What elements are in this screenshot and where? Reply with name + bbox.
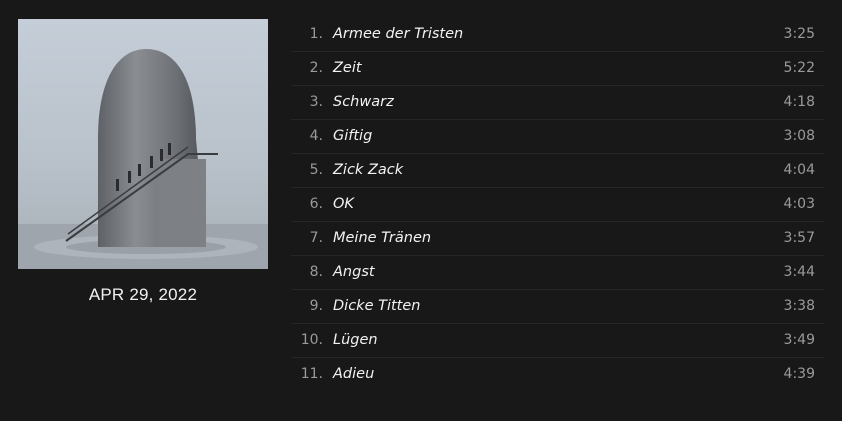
track-title[interactable]: Armee der Tristen — [333, 18, 463, 51]
track-title[interactable]: Zeit — [333, 52, 362, 85]
track-title[interactable]: Lügen — [333, 324, 378, 357]
release-date: APR 29, 2022 — [88, 285, 198, 304]
track-duration: 3:57 — [783, 230, 815, 246]
track-row[interactable]: 8. Angst 3:44 — [291, 256, 824, 290]
track-duration: 3:38 — [783, 298, 815, 314]
track-number: 8. — [309, 264, 323, 280]
track-number: 10. — [300, 332, 323, 348]
track-title[interactable]: Meine Tränen — [333, 222, 431, 255]
track-number: 4. — [309, 128, 323, 144]
track-title[interactable]: Giftig — [333, 120, 372, 153]
track-number: 9. — [309, 298, 323, 314]
track-title[interactable]: OK — [333, 188, 354, 221]
track-title[interactable]: Adieu — [333, 358, 374, 391]
track-list: 1. Armee der Tristen 3:25 2. Zeit 5:22 3… — [291, 18, 824, 391]
track-number: 11. — [300, 366, 323, 382]
track-row[interactable]: 4. Giftig 3:08 — [291, 120, 824, 154]
track-duration: 3:25 — [783, 26, 815, 42]
track-title[interactable]: Schwarz — [333, 86, 394, 119]
track-duration: 4:18 — [783, 94, 815, 110]
track-duration: 4:04 — [783, 162, 815, 178]
album-cover-image[interactable] — [18, 19, 268, 269]
track-row[interactable]: 7. Meine Tränen 3:57 — [291, 222, 824, 256]
track-duration: 3:44 — [783, 264, 815, 280]
track-number: 2. — [309, 60, 323, 76]
track-number: 5. — [309, 162, 323, 178]
track-duration: 3:49 — [783, 332, 815, 348]
track-duration: 3:08 — [783, 128, 815, 144]
track-title[interactable]: Zick Zack — [333, 154, 403, 187]
track-row[interactable]: 9. Dicke Titten 3:38 — [291, 290, 824, 324]
track-row[interactable]: 6. OK 4:03 — [291, 188, 824, 222]
track-row[interactable]: 5. Zick Zack 4:04 — [291, 154, 824, 188]
track-row[interactable]: 11. Adieu 4:39 — [291, 358, 824, 391]
track-duration: 5:22 — [783, 60, 815, 76]
track-number: 3. — [309, 94, 323, 110]
track-row[interactable]: 2. Zeit 5:22 — [291, 52, 824, 86]
track-duration: 4:03 — [783, 196, 815, 212]
track-row[interactable]: 10. Lügen 3:49 — [291, 324, 824, 358]
track-row[interactable]: 1. Armee der Tristen 3:25 — [291, 18, 824, 52]
track-number: 1. — [309, 26, 323, 42]
track-row[interactable]: 3. Schwarz 4:18 — [291, 86, 824, 120]
track-duration: 4:39 — [783, 366, 815, 382]
track-title[interactable]: Dicke Titten — [333, 290, 420, 323]
track-number: 6. — [309, 196, 323, 212]
track-title[interactable]: Angst — [333, 256, 375, 289]
track-number: 7. — [309, 230, 323, 246]
